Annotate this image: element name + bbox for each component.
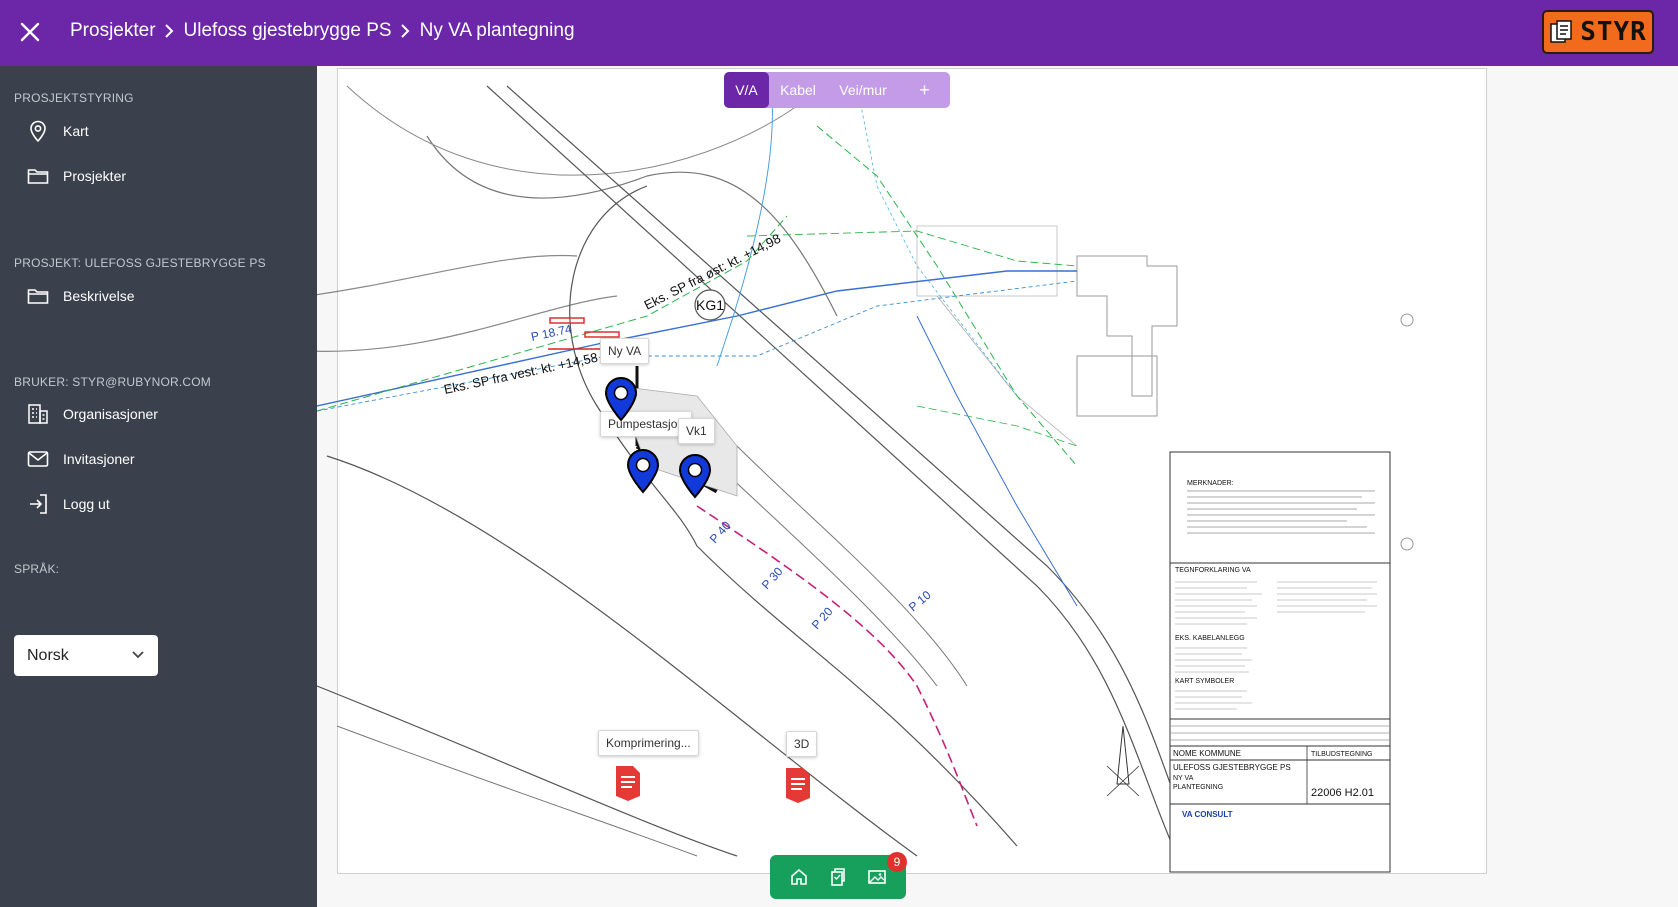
location-pin-icon[interactable] [677,453,713,499]
images-button[interactable] [863,863,891,891]
sidebar-item-label: Kart [63,123,89,139]
tab-va[interactable]: V/A [724,72,769,108]
merknader-heading: MERKNADER: [1187,480,1234,487]
sidebar-item-invitasjoner[interactable]: Invitasjoner [26,447,135,471]
sidebar-item-label: Invitasjoner [63,451,135,467]
sidebar-item-label: Logg ut [63,496,110,512]
plan-drawing: KG1 P 18.74 P 0 P 40 P 30 P 20 P 10 Eks.… [317,85,1414,873]
p-label: P 30 [759,564,786,592]
tilbud-label: TILBUDSTEGNING [1311,751,1372,758]
marker-label-ny-va[interactable]: Ny VA [600,338,650,364]
language-value: Norsk [27,646,69,664]
kabelanlegg-heading: EKS. KABELANLEGG [1175,635,1245,642]
layer-tabs: V/A Kabel Vei/mur + [724,72,950,108]
pdf-document-icon[interactable] [614,764,642,802]
breadcrumb: Prosjekter Ulefoss gjestebrygge PS Ny VA… [70,20,575,42]
top-bar: Prosjekter Ulefoss gjestebrygge PS Ny VA… [0,0,1678,66]
notification-badge: 9 [887,852,907,872]
sidebar-item-organisasjoner[interactable]: Organisasjoner [26,402,158,426]
language-select[interactable]: Norsk [14,635,158,676]
pdf-document-icon[interactable] [784,766,812,804]
tegnforklaring-heading: TEGNFORKLARING VA [1175,567,1251,574]
folder-icon [26,164,50,188]
image-icon [867,870,886,884]
chevron-down-icon [131,647,145,665]
chevron-right-icon [163,23,175,39]
document-copy-icon [831,868,845,886]
bottom-dock [770,855,906,899]
documents-button[interactable] [824,863,852,891]
kg1-label: KG1 [696,297,724,313]
brand-text: STYR [1580,17,1647,47]
folder-icon [26,284,50,308]
map-pin-icon [26,119,50,143]
document-stack-icon [1550,20,1572,43]
mail-icon [26,447,50,471]
kommune-label: NOME KOMMUNE [1173,749,1241,758]
breadcrumb-project[interactable]: Ulefoss gjestebrygge PS [184,20,392,42]
breadcrumb-current: Ny VA plantegning [419,20,575,41]
building-icon [26,402,50,426]
drawing-number: 22006 H2.01 [1311,787,1374,799]
close-icon[interactable] [18,20,42,44]
section-label-prosjektstyring: PROSJEKTSTYRING [14,91,134,105]
project-label: ULEFOSS GJESTEBRYGGE PS [1173,763,1291,772]
ny-va-label: NY VA [1173,775,1194,782]
sidebar: PROSJEKTSTYRING Kart Prosjekter PROSJEKT… [0,66,317,907]
location-pin-icon[interactable] [603,376,639,422]
breadcrumb-prosjekter[interactable]: Prosjekter [70,20,156,42]
sidebar-item-beskrivelse[interactable]: Beskrivelse [26,284,135,308]
home-button[interactable] [785,863,813,891]
section-label-bruker: BRUKER: STYR@RUBYNOR.COM [14,375,211,389]
sidebar-item-label: Beskrivelse [63,288,135,304]
location-pin-icon[interactable] [625,448,661,494]
styr-logo: STYR [1542,10,1654,54]
kartsymboler-heading: KART SYMBOLER [1175,678,1234,685]
sidebar-item-prosjekter[interactable]: Prosjekter [26,164,126,188]
p-label: P 18.74 [530,322,573,344]
sidebar-item-logg-ut[interactable]: Logg ut [26,492,110,516]
section-label-prosjekt: PROSJEKT: ULEFOSS GJESTEBRYGGE PS [14,256,266,270]
marker-label-3d[interactable]: 3D [786,731,818,757]
plantegning-label: PLANTEGNING [1173,784,1223,791]
tab-vei-mur[interactable]: Vei/mur [827,72,899,108]
logout-icon [26,492,50,516]
sidebar-item-label: Organisasjoner [63,406,158,422]
p-label: P 40 [707,518,734,546]
add-layer-button[interactable]: + [899,72,950,108]
marker-label-komprimering[interactable]: Komprimering... [598,730,699,756]
sidebar-item-label: Prosjekter [63,168,127,184]
sidebar-item-kart[interactable]: Kart [26,119,89,143]
drawing-viewer[interactable]: KG1 P 18.74 P 0 P 40 P 30 P 20 P 10 Eks.… [317,66,1678,907]
marker-label-vk1[interactable]: Vk1 [678,418,715,444]
p-label: P 20 [809,604,836,632]
tab-kabel[interactable]: Kabel [769,72,827,108]
section-label-sprak: SPRÅK: [14,562,60,576]
chevron-right-icon [399,23,411,39]
consult-logo: VA CONSULT [1182,810,1233,819]
p-label: P 10 [906,588,934,615]
home-icon [791,868,808,885]
